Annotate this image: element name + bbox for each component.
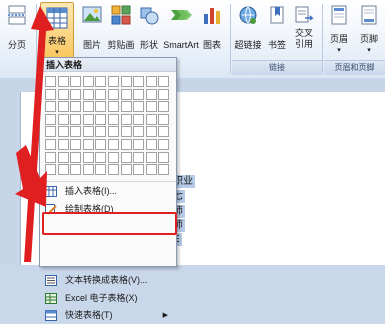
convert-text-to-table-icon bbox=[45, 275, 57, 286]
menu-item-excel-spreadsheet[interactable]: Excel 电子表格(X) bbox=[40, 290, 174, 307]
submenu-arrow-icon: ▶ bbox=[162, 312, 168, 319]
excel-spreadsheet-icon bbox=[45, 293, 57, 304]
quick-tables-icon bbox=[45, 310, 57, 321]
menu-item-label: 快速表格(T) bbox=[65, 310, 113, 320]
menu-item-label: 文本转换成表格(V)... bbox=[65, 275, 148, 285]
menu-item-quick-tables[interactable]: 快速表格(T) ▶ bbox=[40, 307, 174, 324]
annotation-arrow-up bbox=[24, 6, 54, 262]
menu-item-convert-text-to-table[interactable]: 文本转换成表格(V)... bbox=[40, 272, 174, 289]
annotation-arrows bbox=[15, 6, 54, 262]
menu-item-label: Excel 电子表格(X) bbox=[65, 293, 138, 303]
